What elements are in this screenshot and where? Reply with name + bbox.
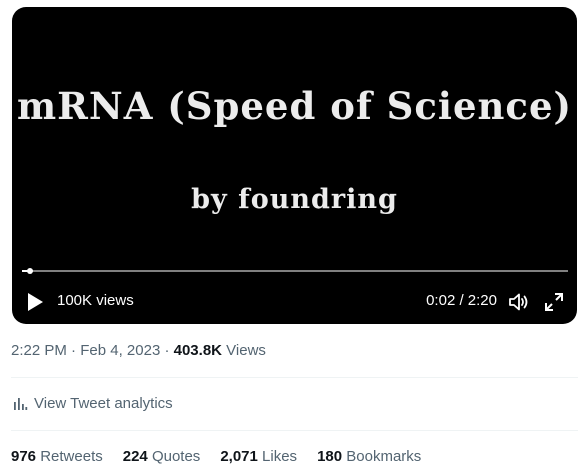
- video-player[interactable]: mRNA (Speed of Science) by foundring 100…: [12, 7, 577, 324]
- meta-separator: ·: [164, 342, 170, 359]
- video-title-text: mRNA (Speed of Science): [16, 84, 573, 128]
- progress-bar[interactable]: [22, 270, 568, 272]
- divider: [11, 430, 578, 431]
- play-button[interactable]: [22, 287, 48, 317]
- tweet-date[interactable]: Feb 4, 2023: [80, 342, 160, 359]
- retweets-stat[interactable]: 976 Retweets: [11, 448, 103, 465]
- tweet-meta: 2:22 PM · Feb 4, 2023 · 403.8K Views: [11, 342, 266, 359]
- tweet-stats: 976 Retweets 224 Quotes 2,071 Likes 180 …: [11, 448, 421, 465]
- divider: [11, 377, 578, 378]
- tweet-time[interactable]: 2:22 PM: [11, 342, 67, 359]
- quotes-stat[interactable]: 224 Quotes: [123, 448, 201, 465]
- mute-button[interactable]: [505, 287, 533, 317]
- view-analytics-link[interactable]: View Tweet analytics: [12, 395, 173, 412]
- retweets-count: 976: [11, 448, 37, 465]
- quotes-label: Quotes: [151, 448, 201, 465]
- likes-count: 2,071: [220, 448, 258, 465]
- likes-label: Likes: [262, 448, 298, 465]
- fullscreen-icon: [545, 293, 563, 311]
- volume-icon: [509, 293, 528, 311]
- video-subtitle-text: by foundring: [191, 184, 398, 215]
- view-analytics-label: View Tweet analytics: [34, 395, 173, 412]
- tweet-views-label: Views: [226, 342, 266, 359]
- fullscreen-button[interactable]: [540, 287, 568, 317]
- quotes-count: 224: [122, 448, 148, 465]
- bookmarks-stat[interactable]: 180 Bookmarks: [317, 448, 421, 465]
- progress-handle[interactable]: [26, 268, 33, 274]
- bar-chart-icon: [14, 397, 28, 410]
- video-view-count: 100K views: [57, 292, 134, 309]
- meta-separator: ·: [71, 342, 77, 359]
- retweets-label: Retweets: [40, 448, 103, 465]
- video-time: 0:02 / 2:20: [426, 292, 497, 309]
- play-icon: [28, 293, 43, 311]
- bookmarks-label: Bookmarks: [346, 448, 422, 465]
- likes-stat[interactable]: 2,071 Likes: [220, 448, 297, 465]
- tweet-detail: mRNA (Speed of Science) by foundring 100…: [0, 0, 584, 475]
- tweet-views-count: 403.8K: [173, 342, 222, 359]
- bookmarks-count: 180: [317, 448, 343, 465]
